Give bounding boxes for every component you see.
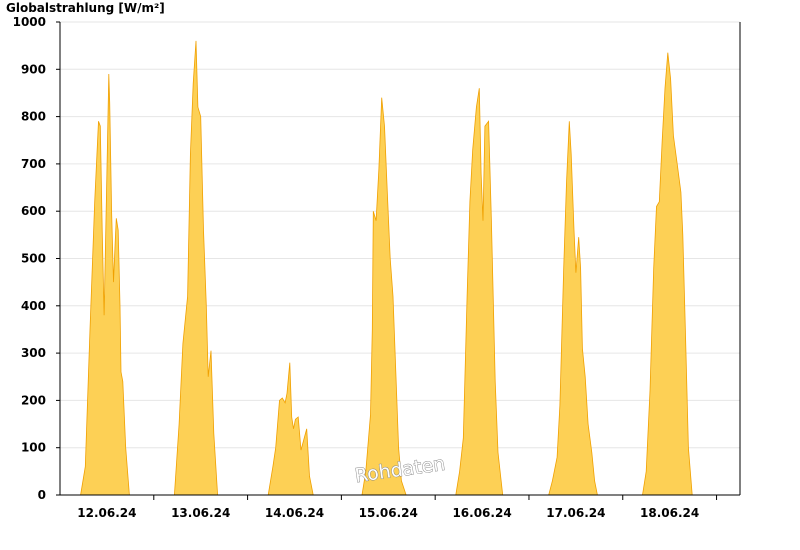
x-tick-label: 15.06.24 [359,506,418,520]
series-area-4 [361,97,407,496]
y-tick-label: 500 [21,252,46,266]
chart: 0 100 200 300 400 500 600 700 800 900 1000 12.06.2… [13,15,741,520]
x-tick-label: 14.06.24 [265,506,324,520]
y-tick-label: 200 [21,393,46,407]
series-area-1 [80,73,130,496]
gridlines [60,21,740,449]
series-area-3 [267,362,314,496]
series-area-7 [642,52,693,496]
y-tick-label: 700 [21,157,46,171]
series-area-5 [455,88,504,496]
y-axis-ticks: 0 100 200 300 400 500 600 700 800 900 1000 [13,15,60,502]
x-tick-label: 12.06.24 [77,506,136,520]
y-tick-label: 600 [21,204,46,218]
x-tick-label: 13.06.24 [171,506,230,520]
series-areas [80,40,693,496]
series-area-6 [548,121,598,496]
y-tick-label: 400 [21,299,46,313]
y-tick-label: 300 [21,346,46,360]
y-tick-label: 1000 [13,15,46,29]
x-axis-ticks: 12.06.24 13.06.24 14.06.24 15.06.24 16.06.24… [77,495,718,520]
y-tick-label: 0 [38,488,46,502]
x-tick-label: 17.06.24 [546,506,605,520]
y-tick-label: 800 [21,110,46,124]
series-area-2 [173,40,219,496]
y-tick-label: 100 [21,441,46,455]
x-tick-label: 16.06.24 [452,506,511,520]
y-tick-label: 900 [21,62,46,76]
x-tick-label: 18.06.24 [640,506,699,520]
